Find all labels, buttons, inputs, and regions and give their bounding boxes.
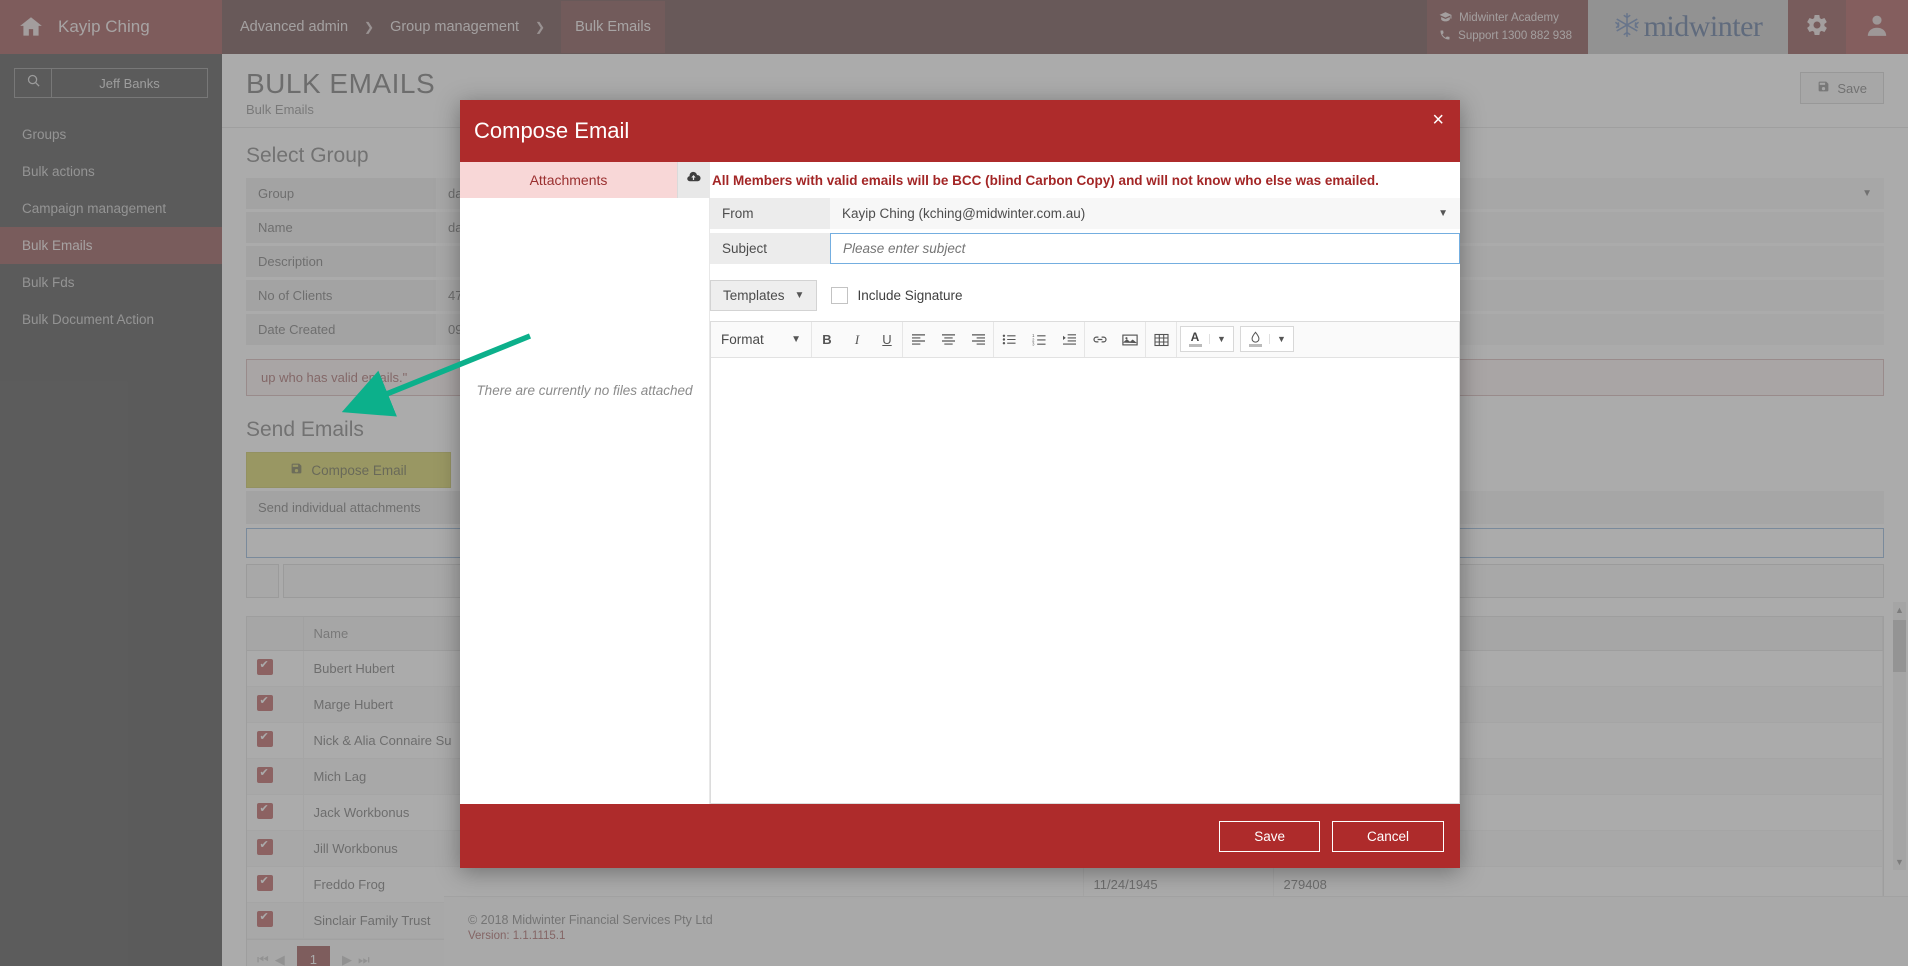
bullet-list-icon[interactable] xyxy=(994,322,1024,357)
subject-input[interactable] xyxy=(830,233,1460,264)
text-color-label: A xyxy=(1190,330,1200,345)
bcc-notice: All Members with valid emails will be BC… xyxy=(712,173,1379,188)
format-label: Format xyxy=(721,332,764,347)
chevron-down-icon: ▼ xyxy=(794,290,805,301)
rich-text-editor: Format ▼ B I U 1 2 3 A ▼ ▼ xyxy=(710,321,1460,804)
toolbar-group-table xyxy=(1146,322,1177,357)
email-pane: All Members with valid emails will be BC… xyxy=(710,162,1460,804)
format-dropdown[interactable]: Format ▼ xyxy=(711,322,811,357)
from-select[interactable]: Kayip Ching (kching@midwinter.com.au) ▼ xyxy=(830,198,1460,229)
modal-save-button[interactable]: Save xyxy=(1219,820,1320,852)
toolbar-group-style: B I U xyxy=(812,322,903,357)
table-icon[interactable] xyxy=(1146,322,1176,357)
toolbar-group-lists: 123 xyxy=(994,322,1085,357)
attachments-pane: Attachments There are currently no files… xyxy=(460,162,710,804)
background-color-icon xyxy=(1241,331,1269,347)
from-value: Kayip Ching (kching@midwinter.com.au) xyxy=(842,206,1086,221)
svg-text:3: 3 xyxy=(1032,342,1035,346)
include-signature-row[interactable]: Include Signature xyxy=(831,287,963,304)
toolbar-group-colors: A ▼ ▼ xyxy=(1177,322,1297,357)
italic-button[interactable]: I xyxy=(842,322,872,357)
include-signature-label: Include Signature xyxy=(857,288,963,303)
chevron-down-icon: ▼ xyxy=(1438,208,1448,219)
modal-footer: Save Cancel xyxy=(460,804,1460,868)
modal-body: Attachments There are currently no files… xyxy=(460,162,1460,804)
modal-cancel-button[interactable]: Cancel xyxy=(1331,820,1444,852)
upload-cloud-icon xyxy=(686,170,701,190)
templates-row: Templates ▼ Include Signature xyxy=(710,280,1460,311)
close-icon[interactable]: × xyxy=(1432,110,1444,130)
background-color-button[interactable]: ▼ xyxy=(1240,326,1294,352)
underline-button[interactable]: U xyxy=(872,322,902,357)
from-row: From Kayip Ching (kching@midwinter.com.a… xyxy=(710,198,1460,229)
compose-email-modal: Compose Email × Attachments There are cu… xyxy=(460,100,1460,868)
toolbar-group-insert xyxy=(1085,322,1146,357)
modal-header: Compose Email × xyxy=(460,100,1460,162)
toolbar-group-format: Format ▼ xyxy=(711,322,812,357)
subject-label: Subject xyxy=(710,233,830,264)
attachments-header: Attachments xyxy=(460,162,709,198)
attachments-tab-label: Attachments xyxy=(529,172,608,188)
include-signature-checkbox[interactable] xyxy=(831,287,849,304)
align-right-icon[interactable] xyxy=(963,322,993,357)
editor-toolbar: Format ▼ B I U 1 2 3 A ▼ ▼ xyxy=(711,322,1459,358)
link-icon[interactable] xyxy=(1085,322,1115,357)
attachments-empty-text: There are currently no files attached xyxy=(476,383,693,398)
align-center-icon[interactable] xyxy=(933,322,963,357)
chevron-down-icon: ▼ xyxy=(791,334,801,345)
editor-body[interactable] xyxy=(711,358,1459,803)
modal-title: Compose Email xyxy=(474,118,630,143)
bold-button[interactable]: B xyxy=(812,322,842,357)
upload-attachment-button[interactable] xyxy=(677,162,709,198)
chevron-down-icon[interactable]: ▼ xyxy=(1269,334,1293,344)
chevron-down-icon[interactable]: ▼ xyxy=(1209,334,1233,344)
templates-dropdown[interactable]: Templates ▼ xyxy=(710,280,818,311)
toolbar-group-align xyxy=(903,322,994,357)
align-left-icon[interactable] xyxy=(903,322,933,357)
image-icon[interactable] xyxy=(1115,322,1145,357)
app-root: Kayip Ching Advanced admin ❯ Group manag… xyxy=(0,0,1908,966)
indent-icon[interactable] xyxy=(1054,322,1084,357)
numbered-list-icon[interactable]: 123 xyxy=(1024,322,1054,357)
subject-row: Subject xyxy=(710,233,1460,264)
from-label: From xyxy=(710,198,830,229)
text-color-icon: A xyxy=(1181,331,1209,347)
text-color-button[interactable]: A ▼ xyxy=(1180,326,1234,352)
templates-label: Templates xyxy=(723,288,785,303)
